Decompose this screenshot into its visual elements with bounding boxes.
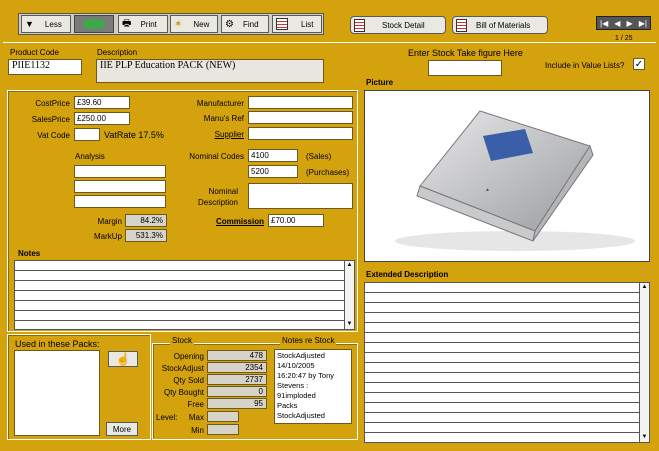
analysis-label: Analysis [75, 152, 105, 161]
scroll-up-icon[interactable]: ▲ [640, 283, 649, 292]
manus-ref-label: Manu's Ref [203, 114, 244, 123]
analysis-field-2[interactable] [74, 180, 166, 193]
sales-price-label: SalesPrice [31, 115, 70, 124]
stock-detail-button[interactable]: Stock Detail [350, 16, 446, 34]
markup-value: 531.3% [125, 229, 167, 242]
nominal-sales-field[interactable]: 4100 [248, 149, 298, 162]
svg-text:▲: ▲ [485, 187, 490, 193]
list-icon [276, 18, 288, 30]
manus-ref-field[interactable] [248, 111, 353, 124]
list-button[interactable]: List [272, 15, 322, 33]
qty-bought-value: 0 [207, 386, 267, 397]
free-value: 95 [207, 398, 267, 409]
include-value-lists-label: Include in Value Lists? [545, 61, 625, 70]
min-field[interactable] [207, 424, 239, 435]
more-button[interactable]: More [106, 422, 138, 436]
scroll-down-icon[interactable]: ▼ [345, 320, 354, 329]
product-code-field[interactable]: PIIE1132 [8, 59, 82, 75]
bill-of-materials-button[interactable]: Bill of Materials [452, 16, 548, 34]
find-icon: ⚙ [225, 18, 234, 30]
next-record-icon[interactable]: ▶ [627, 19, 633, 28]
vat-code-field[interactable] [74, 128, 100, 141]
packs-list[interactable] [14, 350, 100, 436]
printer-icon: 🖶 [122, 17, 132, 29]
analysis-field-1[interactable] [74, 165, 166, 178]
prev-record-icon[interactable]: ◀ [614, 19, 620, 28]
nominal-codes-label: Nominal Codes [189, 152, 244, 161]
new-star-icon: ✶ [174, 18, 183, 30]
nominal-description-field[interactable] [248, 183, 353, 209]
manufacturer-field[interactable] [248, 96, 353, 109]
analysis-field-3[interactable] [74, 195, 166, 208]
product-picture: ▲ [364, 90, 650, 262]
used-in-packs-label: Used in these Packs: [15, 339, 100, 349]
less-button[interactable]: ▼ Less [21, 15, 71, 33]
binder-image-icon: ▲ [395, 110, 635, 251]
description-field[interactable]: IIE PLP Education PACK (NEW) [96, 59, 324, 83]
vat-rate-text: VatRate 17.5% [104, 130, 164, 140]
document-icon [354, 18, 365, 32]
vat-code-label: Vat Code [37, 131, 70, 140]
separator-line [3, 42, 656, 43]
margin-label: Margin [97, 217, 122, 226]
nominal-purchases-field[interactable]: 5200 [248, 165, 298, 178]
qty-sold-value: 2737 [207, 374, 267, 385]
cost-price-label: CostPrice [35, 99, 70, 108]
max-field[interactable] [207, 411, 239, 422]
extended-description-textarea[interactable]: ▲ ▼ [364, 282, 650, 443]
new-button[interactable]: ✶ New [170, 15, 218, 33]
logo-icon [74, 15, 114, 33]
level-label: Level: [156, 413, 178, 422]
stock-take-label: Enter Stock Take figure Here [408, 48, 523, 58]
record-position: 1 / 25 [615, 35, 633, 42]
margin-value: 84.2% [125, 214, 167, 227]
description-label: Description [97, 48, 138, 57]
print-button[interactable]: 🖶 Print [118, 15, 168, 33]
product-code-label: Product Code [10, 48, 59, 57]
opening-label: Opening [173, 352, 204, 361]
commission-field[interactable]: £70.00 [268, 214, 324, 227]
picture-label: Picture [366, 78, 394, 87]
notes-textarea[interactable]: ▲ ▼ [14, 260, 355, 330]
markup-label: MarkUp [93, 232, 122, 241]
sales-tag: (Sales) [306, 152, 332, 161]
scroll-up-icon[interactable]: ▲ [345, 261, 354, 270]
notes-label: Notes [18, 249, 41, 258]
triangle-down-icon: ▼ [25, 19, 34, 29]
stock-adjust-value: 2354 [207, 362, 267, 373]
commission-label: Commission [215, 217, 264, 226]
supplier-link[interactable]: Supplier [180, 130, 244, 139]
first-record-icon[interactable]: |◀ [600, 19, 608, 28]
find-button[interactable]: ⚙ Find [221, 15, 269, 33]
min-label: Min [191, 426, 204, 435]
nominal-description-label: Nominal Description [197, 187, 238, 207]
packs-pointer-button[interactable]: ☝ [108, 351, 138, 367]
max-label: Max [188, 413, 204, 422]
qty-sold-label: Qty Sold [173, 376, 204, 385]
opening-value: 478 [207, 350, 267, 361]
sales-price-field[interactable]: £250.00 [74, 112, 130, 125]
notes-re-stock-label: Notes re Stock [280, 336, 337, 345]
qty-bought-label: Qty Bought [163, 388, 204, 397]
scroll-down-icon[interactable]: ▼ [640, 433, 649, 442]
stock-take-input[interactable] [428, 60, 502, 76]
extended-scrollbar[interactable]: ▲ ▼ [639, 283, 649, 442]
cost-price-field[interactable]: £39.60 [74, 96, 130, 109]
stock-adjust-label: StockAdjust [161, 364, 204, 373]
stock-label: Stock [170, 336, 195, 345]
supplier-field[interactable] [248, 127, 353, 140]
manufacturer-label: Manufacturer [196, 99, 244, 108]
last-record-icon[interactable]: ▶| [639, 19, 647, 28]
notes-scrollbar[interactable]: ▲ ▼ [344, 261, 354, 329]
document-icon [456, 18, 467, 32]
free-label: Free [187, 400, 204, 409]
hand-pointer-icon: ☝ [115, 352, 131, 366]
include-value-lists-checkbox[interactable]: ✓ [633, 58, 645, 70]
record-navigator: |◀ ◀ ▶ ▶| [596, 16, 651, 30]
notes-re-stock-text[interactable]: StockAdjusted 14/10/2005 16:20:47 by Ton… [274, 349, 352, 424]
extended-description-label: Extended Description [366, 270, 449, 279]
purchases-tag: (Purchases) [306, 168, 350, 177]
